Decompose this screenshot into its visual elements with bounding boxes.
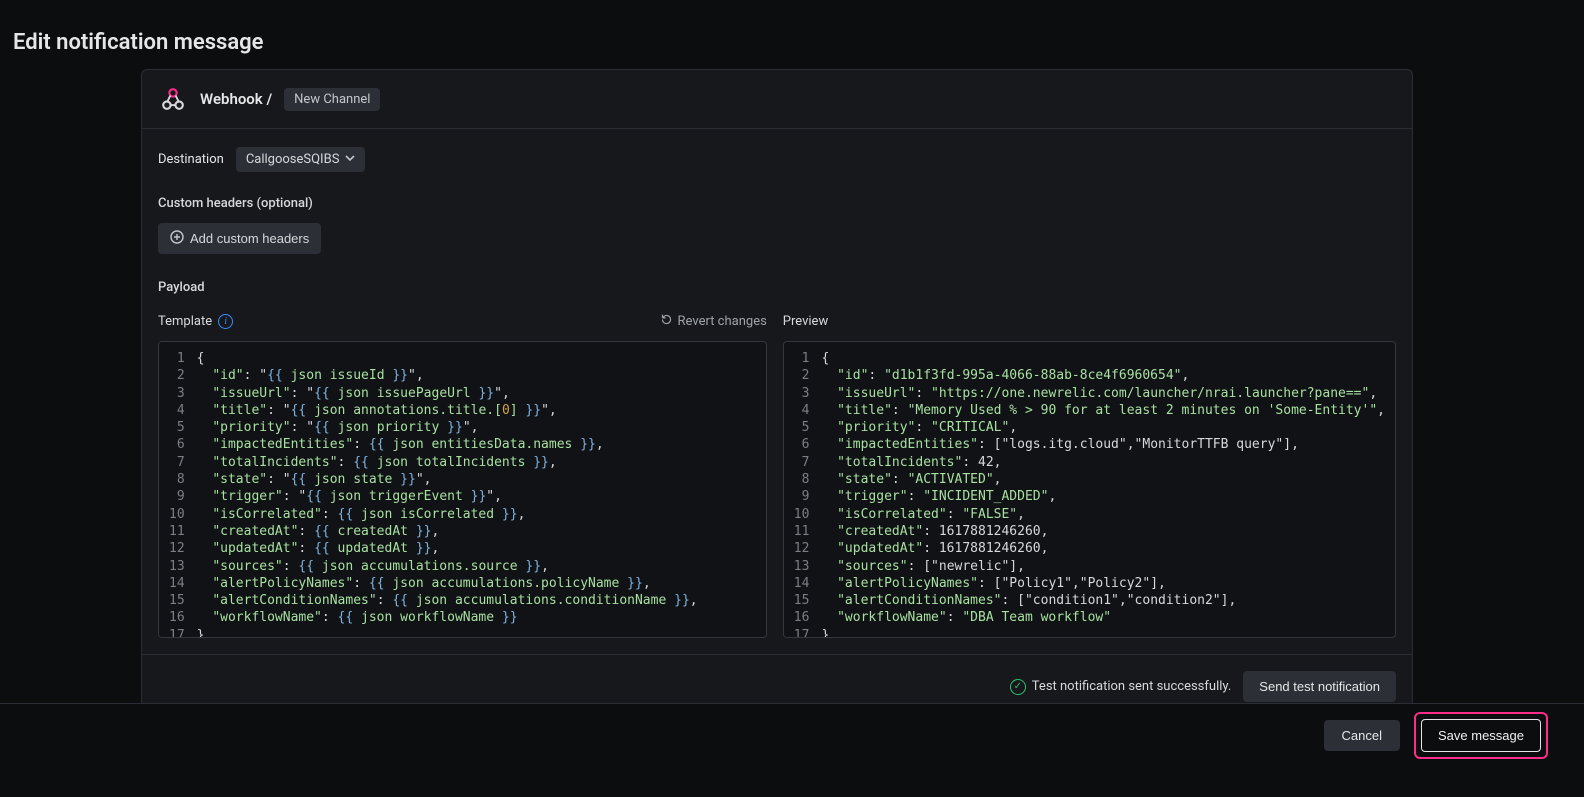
webhook-icon: [158, 84, 188, 114]
cancel-button[interactable]: Cancel: [1324, 720, 1400, 751]
add-headers-label: Add custom headers: [190, 231, 309, 246]
destination-selected: CallgooseSQIBS: [246, 152, 340, 167]
status-text: Test notification sent successfully.: [1032, 679, 1232, 694]
payload-label: Payload: [158, 280, 1396, 295]
check-circle-icon: ✓: [1010, 679, 1026, 695]
add-custom-headers-button[interactable]: Add custom headers: [158, 223, 321, 254]
template-code[interactable]: { "id": "{{ json issueId }}", "issueUrl"…: [191, 342, 708, 637]
preview-label: Preview: [783, 314, 828, 329]
plus-circle-icon: [170, 230, 184, 247]
preview-editor: 1 2 3 4 5 6 7 8 9 10 11 12 13 14 15 16 1…: [783, 341, 1396, 638]
destination-select[interactable]: CallgooseSQIBS: [236, 147, 366, 172]
send-test-notification-button[interactable]: Send test notification: [1243, 671, 1396, 702]
page-title: Edit notification message: [0, 0, 1584, 71]
info-icon[interactable]: i: [218, 314, 233, 329]
template-gutter: 1 2 3 4 5 6 7 8 9 10 11 12 13 14 15 16 1…: [159, 342, 191, 637]
bottom-action-bar: Cancel Save message: [0, 703, 1584, 767]
channel-name-badge[interactable]: New Channel: [284, 88, 380, 111]
preview-gutter: 1 2 3 4 5 6 7 8 9 10 11 12 13 14 15 16 1…: [784, 342, 816, 637]
chevron-down-icon: [345, 152, 355, 167]
save-highlight: Save message: [1414, 712, 1548, 759]
revert-changes-button[interactable]: Revert changes: [660, 313, 767, 330]
template-editor[interactable]: 1 2 3 4 5 6 7 8 9 10 11 12 13 14 15 16 1…: [158, 341, 767, 638]
destination-label: Destination: [158, 152, 224, 167]
custom-headers-label: Custom headers (optional): [158, 196, 1396, 211]
revert-icon: [660, 313, 673, 330]
breadcrumb: Webhook /: [200, 90, 272, 108]
editor-card: Webhook / New Channel Destination Callgo…: [141, 69, 1413, 719]
save-message-button[interactable]: Save message: [1421, 719, 1541, 752]
template-label: Template: [158, 314, 212, 329]
preview-code: { "id": "d1b1f3fd-995a-4066-88ab-8ce4f69…: [815, 342, 1395, 637]
card-header: Webhook / New Channel: [142, 70, 1412, 129]
revert-label: Revert changes: [678, 314, 767, 329]
